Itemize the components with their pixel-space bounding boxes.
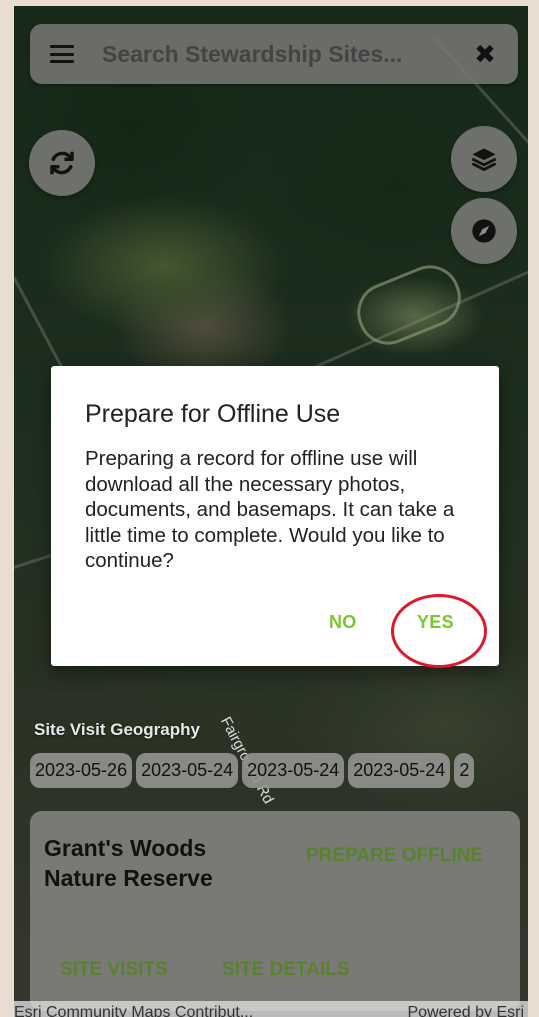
menu-icon[interactable] <box>50 45 74 63</box>
refresh-button[interactable] <box>29 130 95 196</box>
map-view[interactable]: ✖ Prepare for Offline Use Preparing a re… <box>14 6 528 1017</box>
site-details-button[interactable]: SITE DETAILS <box>222 959 349 981</box>
offline-dialog: Prepare for Offline Use Preparing a reco… <box>51 366 499 668</box>
site-name: Grant's Woods Nature Reserve <box>44 835 213 891</box>
compass-icon <box>472 219 496 243</box>
site-card: Grant's Woods Nature Reserve PREPARE OFF… <box>30 811 520 1011</box>
visit-date-chip[interactable]: 2023-05-24 <box>348 753 451 788</box>
section-label: Site Visit Geography <box>34 720 200 739</box>
prepare-offline-button[interactable]: PREPARE OFFLINE <box>306 845 483 867</box>
visit-date-chip[interactable]: 2023-05-24 <box>136 753 239 788</box>
close-icon[interactable]: ✖ <box>470 39 500 70</box>
layers-button[interactable] <box>451 126 517 192</box>
dialog-message: Preparing a record for offline use will … <box>85 447 455 572</box>
site-visits-button[interactable]: SITE VISITS <box>60 959 168 981</box>
visit-date-chip[interactable]: 2 <box>454 753 475 788</box>
no-button[interactable]: NO <box>329 612 357 633</box>
visit-date-chip[interactable]: 2023-05-24 <box>242 753 345 788</box>
refresh-icon <box>50 151 74 175</box>
search-input[interactable] <box>100 39 470 69</box>
layers-icon <box>471 148 497 172</box>
visit-date-chips: 2023-05-26 2023-05-24 2023-05-24 2023-05… <box>30 753 475 788</box>
map-attribution: Esri Community Maps Contribut... Powered… <box>14 1001 528 1017</box>
search-bar: ✖ <box>30 24 518 84</box>
yes-highlight-circle <box>391 594 487 668</box>
dialog-title: Prepare for Offline Use <box>85 400 341 428</box>
attribution-left: Esri Community Maps Contribut... <box>14 1004 254 1017</box>
compass-button[interactable] <box>451 198 517 264</box>
visit-date-chip[interactable]: 2023-05-26 <box>30 753 133 788</box>
attribution-right: Powered by Esri <box>407 1004 525 1017</box>
